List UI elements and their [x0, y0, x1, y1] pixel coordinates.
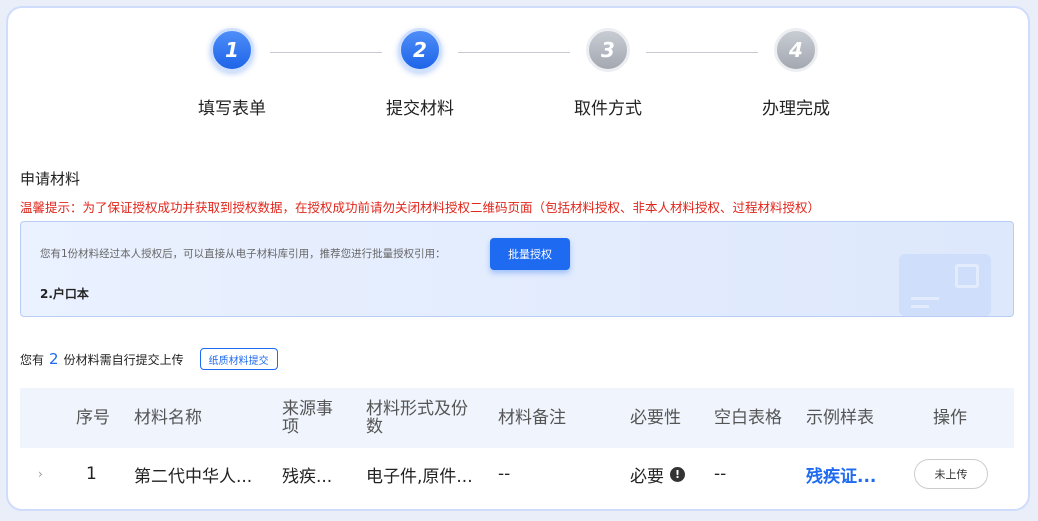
necessity-cell: 必要 ! — [630, 448, 685, 500]
section-title: 申请材料 — [20, 170, 81, 188]
self-upload-count: 2 — [49, 350, 59, 368]
step-submit-materials: 2 提交材料 — [360, 28, 480, 119]
header-necessity: 必要性 — [630, 408, 681, 428]
material-source: 残疾... — [282, 466, 333, 487]
action-cell: 未上传 — [914, 448, 988, 500]
self-upload-summary: 您有 2 份材料需自行提交上传 纸质材料提交 — [20, 348, 278, 370]
material-note: -- — [498, 464, 511, 484]
header-action: 操作 — [933, 408, 967, 428]
material-name: 第二代中华人... — [134, 466, 253, 487]
sample-link[interactable]: 残疾证... — [806, 448, 876, 500]
step-label: 取件方式 — [574, 99, 642, 119]
application-card: 1 填写表单 2 提交材料 3 取件方式 4 办理完成 申请材料 温馨提示：为了… — [6, 6, 1030, 511]
step-complete: 4 办理完成 — [736, 28, 856, 119]
header-form: 材料形式及份数 — [366, 399, 468, 437]
table-header: 序号 材料名称 来源事项 材料形式及份数 材料备注 必要性 空白表格 示例样表 … — [20, 388, 1014, 448]
header-blank-form: 空白表格 — [714, 408, 782, 428]
document-card-icon — [899, 254, 991, 316]
authorization-hint: 您有1份材料经过本人授权后，可以直接从电子材料库引用，推荐您进行批量授权引用： — [40, 248, 446, 260]
paper-materials-button[interactable]: 纸质材料提交 — [199, 348, 278, 370]
upload-status-button[interactable]: 未上传 — [914, 459, 988, 489]
warning-notice: 温馨提示：为了保证授权成功并获取到授权数据，在授权成功前请勿关闭材料授权二维码页… — [20, 200, 821, 215]
step-number-badge: 4 — [774, 28, 818, 72]
step-pickup-method: 3 取件方式 — [548, 28, 668, 119]
materials-table: 序号 材料名称 来源事项 材料形式及份数 材料备注 必要性 空白表格 示例样表 … — [20, 388, 1014, 500]
step-number-badge: 3 — [586, 28, 630, 72]
expand-row-icon[interactable]: › — [38, 448, 43, 500]
header-name: 材料名称 — [134, 408, 202, 428]
header-note: 材料备注 — [498, 408, 566, 428]
step-fill-form: 1 填写表单 — [172, 28, 292, 119]
material-form: 电子件,原件... — [366, 466, 473, 487]
batch-authorize-button[interactable]: 批量授权 — [490, 238, 570, 270]
step-label: 提交材料 — [386, 99, 454, 119]
header-index: 序号 — [76, 408, 110, 428]
info-icon[interactable]: ! — [670, 466, 685, 482]
authorization-panel: 您有1份材料经过本人授权后，可以直接从电子材料库引用，推荐您进行批量授权引用： … — [20, 221, 1014, 317]
self-upload-prefix: 您有 — [20, 352, 45, 367]
progress-stepper: 1 填写表单 2 提交材料 3 取件方式 4 办理完成 — [8, 8, 1028, 138]
self-upload-suffix: 份材料需自行提交上传 — [63, 352, 184, 367]
authorized-material-item: 2.户口本 — [40, 287, 89, 301]
row-index: 1 — [86, 464, 97, 484]
header-source: 来源事项 — [282, 399, 333, 437]
blank-form: -- — [714, 464, 727, 484]
step-label: 办理完成 — [762, 99, 830, 119]
step-label: 填写表单 — [198, 99, 266, 119]
table-row: › 1 第二代中华人... 残疾... 电子件,原件... -- 必要 ! --… — [20, 448, 1014, 500]
step-number-badge: 1 — [210, 28, 254, 72]
step-number-badge: 2 — [398, 28, 442, 72]
necessity-label: 必要 — [630, 466, 664, 487]
header-sample: 示例样表 — [806, 408, 874, 428]
